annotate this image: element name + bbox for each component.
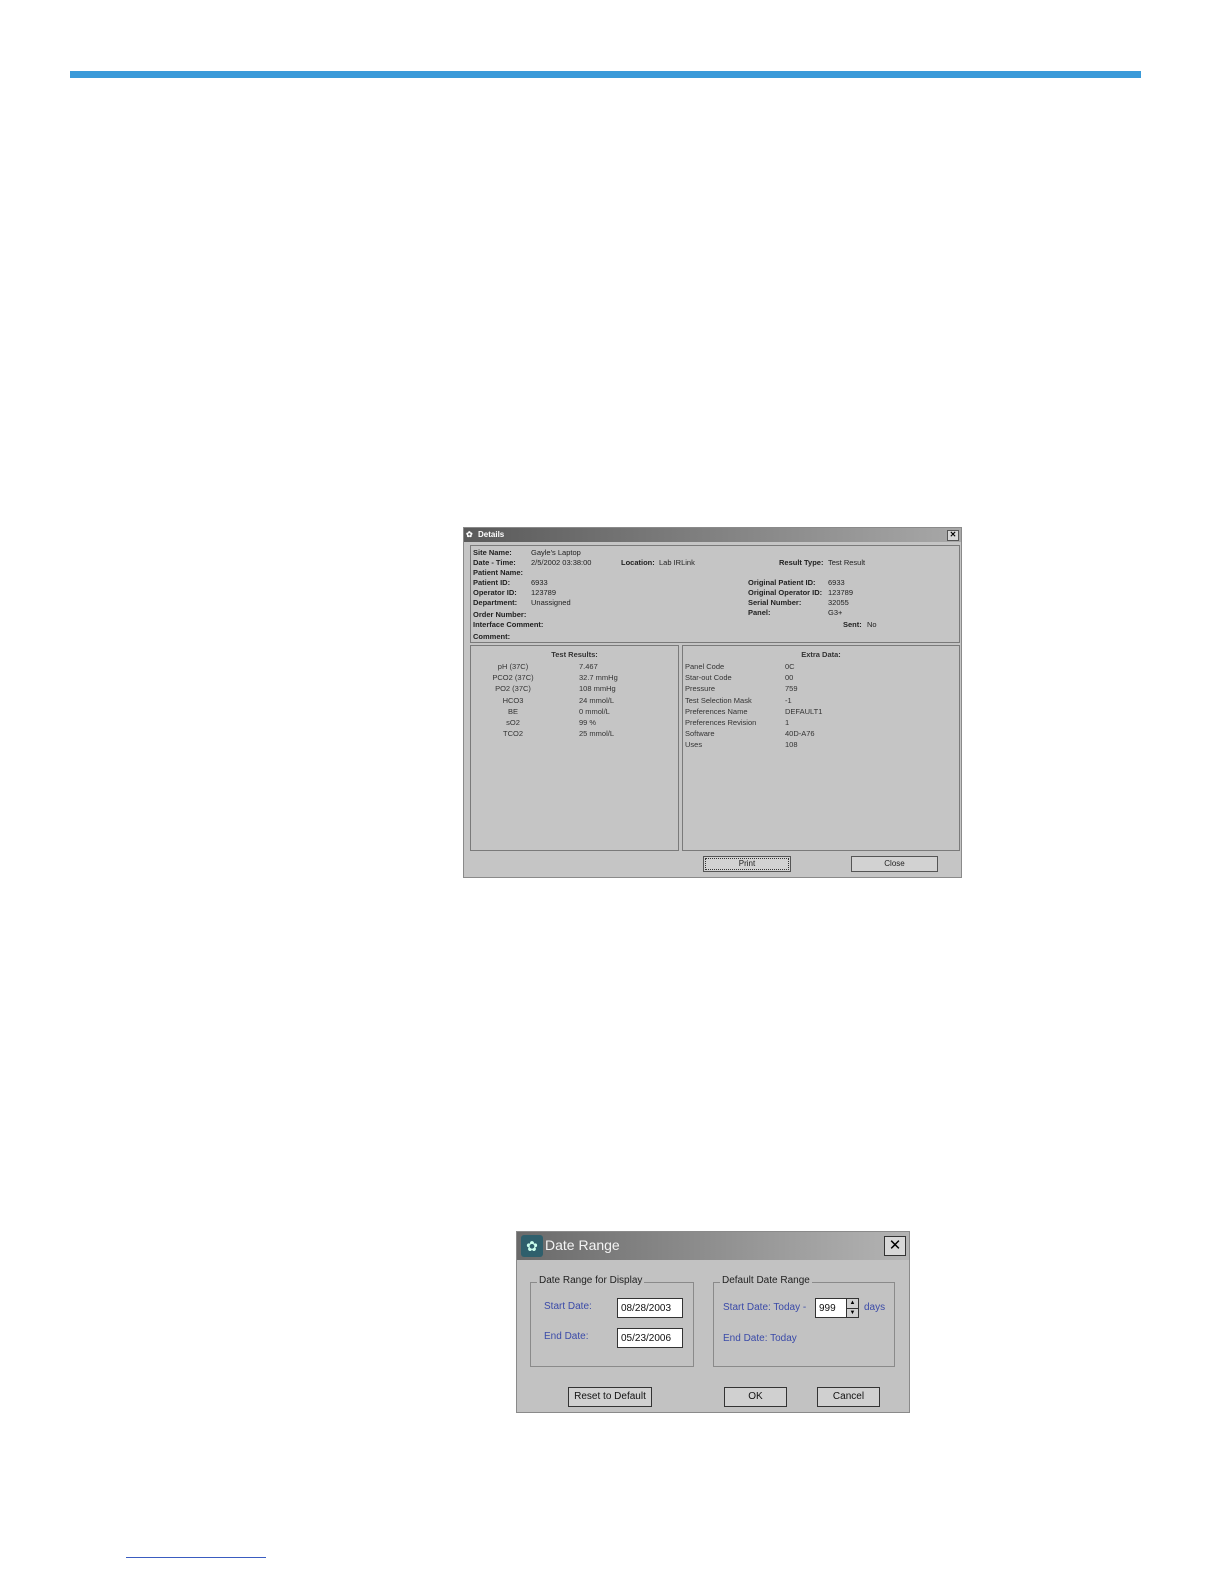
days-label: days (864, 1302, 886, 1313)
site-name-value: Gayle's Laptop (531, 548, 581, 557)
location-value: Lab IRLink (659, 558, 695, 567)
default-end-label: End Date: Today (723, 1333, 797, 1344)
app-icon: ✿ (521, 1235, 543, 1257)
ok-button[interactable]: OK (724, 1387, 787, 1407)
result-name: Preferences Name (685, 706, 748, 716)
details-info-panel: Site Name: Gayle's Laptop Date - Time: 2… (470, 545, 960, 643)
date-range-titlebar[interactable]: ✿ Date Range ✕ (517, 1232, 909, 1260)
reset-default-button[interactable]: Reset to Default (568, 1387, 652, 1407)
result-name: Preferences Revision (685, 718, 757, 727)
result-value: 40D-A76 (785, 729, 815, 739)
department-label: Department: (473, 598, 518, 607)
panel-value: G3+ (828, 608, 843, 617)
operator-id-value: 123789 (531, 588, 557, 597)
location-label: Location: (621, 558, 655, 567)
result-value: 1 (785, 718, 790, 727)
orig-patient-id-label: Original Patient ID: (748, 578, 816, 587)
result-value: 00 (785, 673, 794, 683)
comment-label: Comment: (473, 632, 511, 641)
sent-value: No (867, 620, 877, 629)
result-name: TCO2 (502, 729, 523, 739)
result-value: 24 mmol/L (579, 695, 615, 705)
arrow-down-icon[interactable]: ▼ (847, 1309, 858, 1318)
orig-patient-id-value: 6933 (828, 578, 845, 587)
patient-id-value: 6933 (531, 578, 548, 587)
result-value: 108 mmHg (579, 684, 616, 694)
serial-number-value: 32055 (828, 598, 849, 607)
orig-operator-id-label: Original Operator ID: (748, 588, 823, 597)
result-value: 759 (785, 684, 798, 694)
result-value: 0 mmol/L (579, 706, 610, 716)
department-value: Unassigned (531, 598, 571, 607)
result-name: BE (507, 706, 518, 716)
details-titlebar[interactable]: ✿ Details ✕ (464, 528, 961, 542)
test-results-panel: Test Results: pH (37C) 7.467 PCO2 (37C) 32.… (470, 645, 679, 851)
result-name: HCO3 (502, 695, 524, 705)
details-title: Details (478, 530, 505, 539)
bottom-rule (126, 1557, 266, 1558)
sent-label: Sent: (843, 620, 862, 629)
arrow-up-icon[interactable]: ▲ (847, 1299, 858, 1309)
days-stepper[interactable]: ▲ ▼ (846, 1298, 859, 1318)
result-name: Test Selection Mask (685, 695, 752, 705)
details-window: ✿ Details ✕ Site Name: Gayle's Laptop Da… (463, 527, 962, 878)
end-date-input[interactable] (617, 1328, 683, 1348)
default-range-legend: Default Date Range (720, 1275, 812, 1286)
display-range-legend: Date Range for Display (537, 1275, 645, 1286)
date-time-value: 2/5/2002 03:38:00 (531, 558, 592, 567)
result-value: 32.7 mmHg (579, 673, 618, 683)
start-date-label: Start Date: (544, 1301, 592, 1312)
result-name: Uses (685, 740, 703, 750)
panel-label: Panel: (748, 608, 771, 617)
default-start-label: Start Date: Today - (723, 1302, 807, 1313)
order-number-label: Order Number: (473, 610, 527, 619)
start-date-input[interactable] (617, 1298, 683, 1318)
result-value: 7.467 (579, 662, 598, 671)
result-type-value: Test Result (828, 558, 866, 567)
result-name: Pressure (685, 684, 716, 694)
default-range-group: Default Date Range Start Date: Today - ▲… (713, 1275, 895, 1367)
print-button[interactable]: Print (703, 856, 791, 872)
result-name: sO2 (506, 718, 520, 727)
display-range-group: Date Range for Display Start Date: End D… (530, 1275, 694, 1367)
result-value: 108 (785, 740, 798, 750)
patient-name-label: Patient Name: (473, 568, 524, 577)
close-button[interactable]: Close (851, 856, 938, 872)
result-name: Software (685, 729, 715, 739)
result-value: 0C (785, 662, 795, 671)
result-value: -1 (785, 695, 792, 705)
extra-data-header: Extra Data: (801, 650, 841, 659)
extra-data-panel: Extra Data: Panel Code 0C Star-out Code 00 P… (682, 645, 960, 851)
close-icon[interactable]: ✕ (884, 1236, 906, 1256)
app-icon: ✿ (466, 530, 473, 539)
test-results-header: Test Results: (551, 650, 598, 659)
result-name: PCO2 (37C) (492, 673, 534, 683)
date-range-title: Date Range (545, 1237, 620, 1253)
result-name: Star-out Code (685, 673, 732, 683)
result-type-label: Result Type: (779, 558, 824, 567)
result-value: DEFAULT1 (785, 706, 823, 716)
result-value: 25 mmol/L (579, 729, 615, 739)
interface-comment-label: Interface Comment: (473, 620, 544, 629)
patient-id-label: Patient ID: (473, 578, 511, 587)
cancel-button[interactable]: Cancel (817, 1387, 880, 1407)
date-time-label: Date - Time: (473, 558, 516, 567)
top-rule (70, 71, 1141, 78)
operator-id-label: Operator ID: (473, 588, 517, 597)
orig-operator-id-value: 123789 (828, 588, 854, 597)
result-value: 99 % (579, 718, 597, 727)
result-name: PO2 (37C) (495, 684, 531, 694)
site-name-label: Site Name: (473, 548, 512, 557)
end-date-label: End Date: (544, 1331, 589, 1342)
result-name: pH (37C) (497, 662, 529, 671)
close-icon[interactable]: ✕ (947, 530, 959, 541)
days-input[interactable] (815, 1298, 848, 1318)
serial-number-label: Serial Number: (748, 598, 802, 607)
result-name: Panel Code (685, 662, 725, 671)
date-range-window: ✿ Date Range ✕ Date Range for Display St… (516, 1231, 910, 1413)
